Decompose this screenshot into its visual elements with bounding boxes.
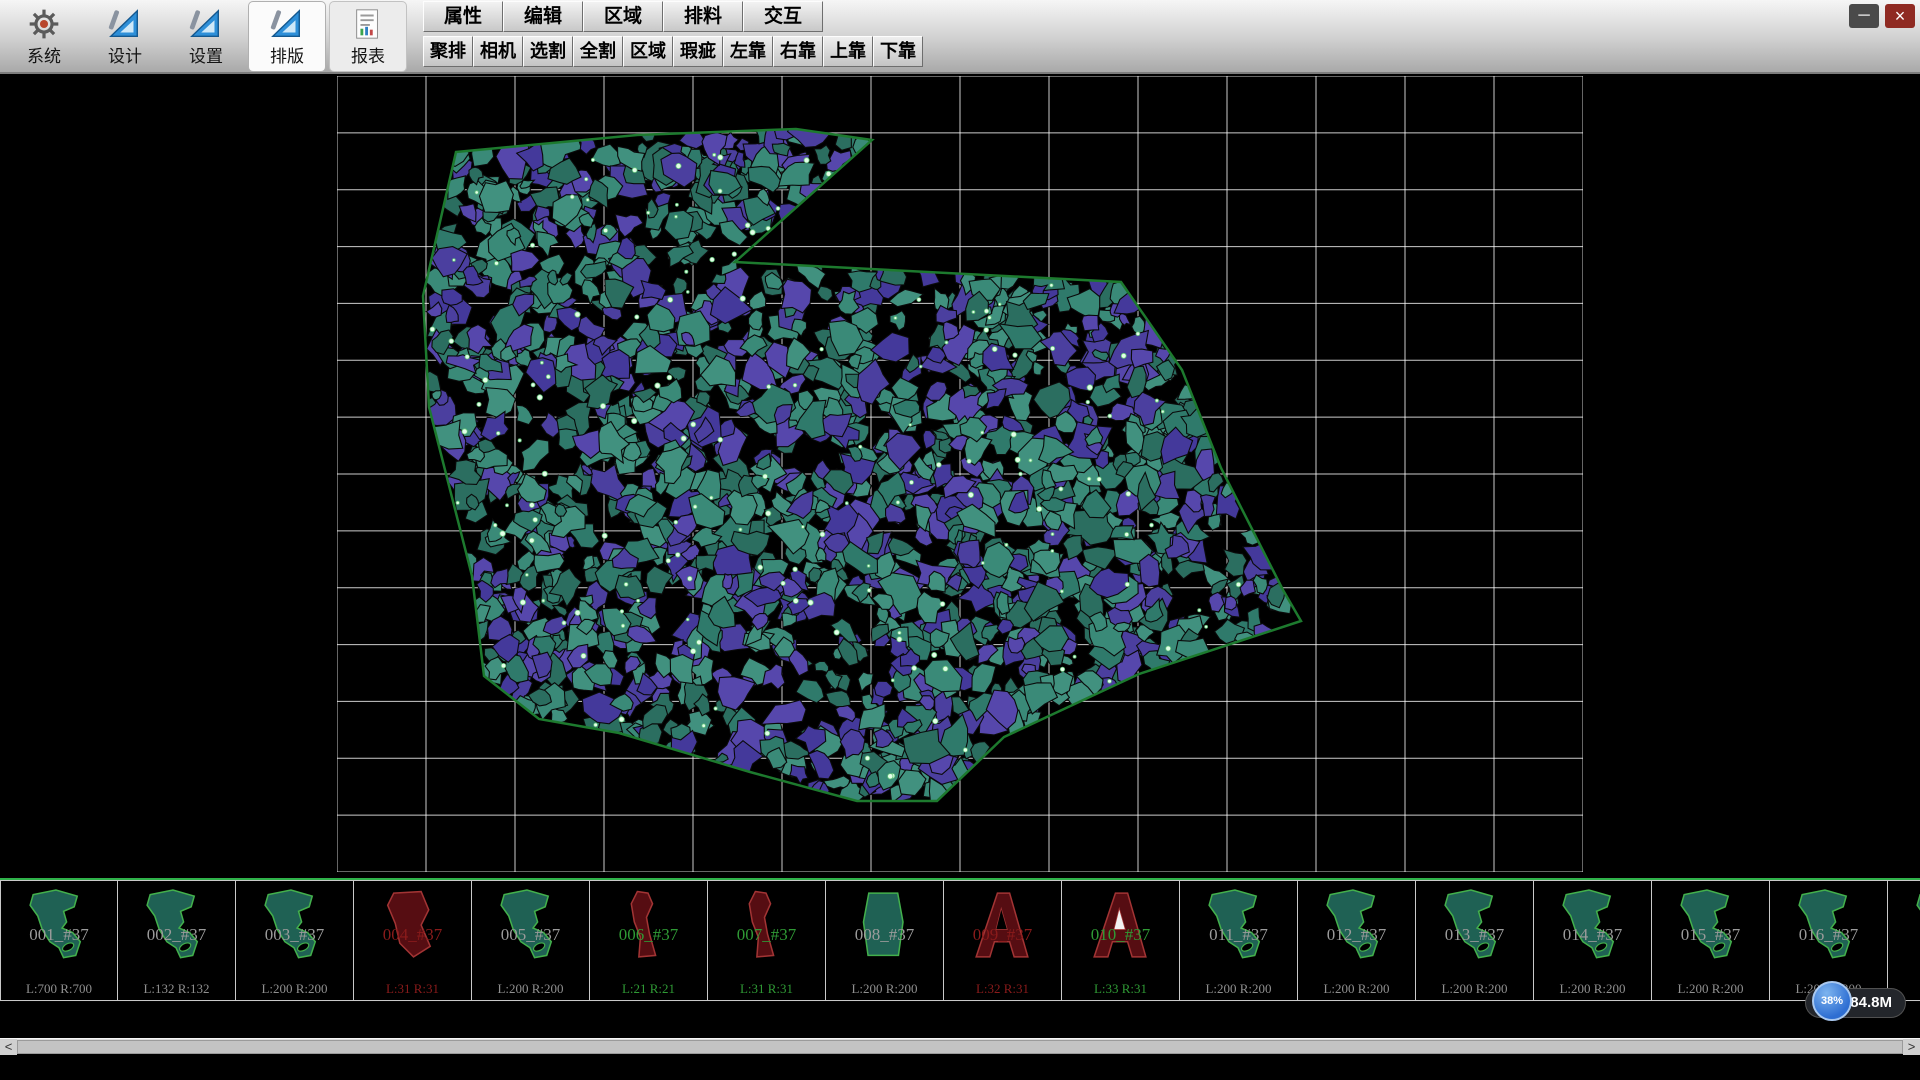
piece-name: 009_#37 [944, 925, 1061, 945]
piece-strip: 001_#37L:700 R:700002_#37L:132 R:132003_… [0, 878, 1920, 1002]
piece-name: 002_#37 [118, 925, 235, 945]
nav-label: 报表 [351, 42, 385, 67]
piece-thumbnail[interactable]: 005_#37 L:200 R:200 [472, 880, 590, 1001]
piece-name: 003_#37 [236, 925, 353, 945]
tool-button[interactable]: 上靠 [823, 36, 873, 67]
tool-button[interactable]: 右靠 [773, 36, 823, 67]
piece-name: 011_#37 [1180, 925, 1297, 945]
horizontal-scrollbar[interactable]: < > [0, 1038, 1920, 1054]
nesting-canvas[interactable] [337, 76, 1583, 872]
app-nav: 系统 设计 设置 排版 报表 [6, 2, 406, 71]
piece-thumbnail[interactable]: 003_#37 L:200 R:200 [236, 880, 354, 1001]
scrollbar-thumb[interactable] [17, 1040, 1903, 1054]
piece-thumbnail[interactable]: 001_#37 L:700 R:700 [0, 880, 118, 1001]
piece-lr-count: L:200 R:200 [1298, 981, 1415, 997]
piece-name: 004_#37 [354, 925, 471, 945]
piece-shape [1908, 884, 1920, 966]
progress-indicator: 38% [1812, 981, 1852, 1021]
tool-button[interactable]: 下靠 [873, 36, 923, 67]
piece-lr-count: L:132 R:132 [118, 981, 235, 997]
piece-thumbnail[interactable]: 015_#37 L:200 R:200 [1652, 880, 1770, 1001]
piece-lr-count: L:33 R:31 [1062, 981, 1179, 997]
piece-name: 005_#37 [472, 925, 589, 945]
menu-tab[interactable]: 编辑 [503, 1, 583, 32]
nav-nesting-button[interactable]: 排版 [249, 2, 325, 71]
piece-lr-count: L:32 R:31 [944, 981, 1061, 997]
ruler-pen-icon [270, 7, 304, 41]
piece-name: 010_#37 [1062, 925, 1179, 945]
piece-thumbnail[interactable]: 011_#37 L:200 R:200 [1180, 880, 1298, 1001]
piece-name: 014_#37 [1534, 925, 1651, 945]
menu-tab[interactable]: 属性 [423, 1, 503, 32]
piece-lr-count: L:31 R:31 [354, 981, 471, 997]
piece-name: 001_#37 [1, 925, 117, 945]
tool-button[interactable]: 瑕疵 [673, 36, 723, 67]
piece-lr-count: L:21 R:21 [590, 981, 707, 997]
nav-label: 设计 [108, 42, 142, 67]
piece-thumbnail[interactable]: 013_#37 L:200 R:200 [1416, 880, 1534, 1001]
piece-name: 015_#37 [1652, 925, 1769, 945]
tool-button[interactable]: 区域 [623, 36, 673, 67]
nav-design-button[interactable]: 设计 [87, 2, 163, 71]
piece-name: 016_#37 [1770, 925, 1887, 945]
nav-label: 排版 [270, 42, 304, 67]
close-button[interactable]: × [1885, 4, 1915, 28]
minimize-button[interactable]: ─ [1849, 4, 1879, 28]
nav-report-button[interactable]: 报表 [330, 2, 406, 71]
main-toolbar: 系统设计设置排版报表 属性编辑区域排料交互 聚排相机选割全割区域瑕疵左靠右靠上靠… [0, 0, 1920, 74]
piece-thumbnail[interactable]: 014_#37 L:200 R:200 [1534, 880, 1652, 1001]
scroll-right-button[interactable]: > [1903, 1039, 1920, 1055]
piece-lr-count: L:200 R:200 [1180, 981, 1297, 997]
tool-button-row: 聚排相机选割全割区域瑕疵左靠右靠上靠下靠 [423, 36, 923, 67]
tool-button[interactable]: 聚排 [423, 36, 473, 67]
tool-button[interactable]: 左靠 [723, 36, 773, 67]
hide-pieces [419, 114, 1300, 815]
tool-button[interactable]: 全割 [573, 36, 623, 67]
piece-name: 008_#37 [826, 925, 943, 945]
piece-name: 012_#37 [1298, 925, 1415, 945]
piece-lr-count: L:200 R:200 [472, 981, 589, 997]
piece-lr-count: L:31 R:31 [708, 981, 825, 997]
report-icon [351, 7, 385, 41]
tool-button[interactable]: 选割 [523, 36, 573, 67]
piece-thumbnail[interactable]: 006_#37 L:21 R:21 [590, 880, 708, 1001]
piece-thumbnail[interactable]: 008_#37 L:200 R:200 [826, 880, 944, 1001]
menu-tab[interactable]: 区域 [583, 1, 663, 32]
window-controls: ─ × [1849, 4, 1915, 28]
nav-label: 设置 [189, 42, 223, 67]
nav-label: 系统 [27, 42, 61, 67]
piece-thumbnail[interactable]: 002_#37 L:132 R:132 [118, 880, 236, 1001]
piece-name: 007_#37 [708, 925, 825, 945]
canvas-area[interactable] [0, 74, 1920, 878]
piece-thumbnail[interactable]: 010_#37 L:33 R:31 [1062, 880, 1180, 1001]
piece-thumbnail[interactable]: 007_#37 L:31 R:31 [708, 880, 826, 1001]
piece-thumbnail[interactable]: 004_#37 L:31 R:31 [354, 880, 472, 1001]
nest-grid[interactable] [337, 76, 1583, 872]
piece-lr-count: L:700 R:700 [1, 981, 117, 997]
scroll-left-button[interactable]: < [0, 1039, 17, 1055]
nav-system-button[interactable]: 系统 [6, 2, 82, 71]
piece-thumbnail[interactable] [1888, 880, 1920, 1001]
piece-thumbnail[interactable]: 009_#37 L:32 R:31 [944, 880, 1062, 1001]
menu-tab-row: 属性编辑区域排料交互 [423, 1, 923, 32]
piece-name: 006_#37 [590, 925, 707, 945]
menu-tab[interactable]: 排料 [663, 1, 743, 32]
piece-lr-count: L:200 R:200 [236, 981, 353, 997]
gear-icon [27, 7, 61, 41]
piece-lr-count: L:200 R:200 [826, 981, 943, 997]
piece-lr-count: L:200 R:200 [1534, 981, 1651, 997]
piece-thumbnail[interactable]: 012_#37 L:200 R:200 [1298, 880, 1416, 1001]
tool-button[interactable]: 相机 [473, 36, 523, 67]
menu-area: 属性编辑区域排料交互 聚排相机选割全割区域瑕疵左靠右靠上靠下靠 [423, 1, 923, 67]
piece-name: 013_#37 [1416, 925, 1533, 945]
menu-tab[interactable]: 交互 [743, 1, 823, 32]
piece-lr-count: L:200 R:200 [1416, 981, 1533, 997]
piece-lr-count: L:200 R:200 [1652, 981, 1769, 997]
nav-setup-button[interactable]: 设置 [168, 2, 244, 71]
ruler-pen-icon [108, 7, 142, 41]
application-window: 系统设计设置排版报表 属性编辑区域排料交互 聚排相机选割全割区域瑕疵左靠右靠上靠… [0, 0, 1920, 1080]
ruler-pen-icon [189, 7, 223, 41]
